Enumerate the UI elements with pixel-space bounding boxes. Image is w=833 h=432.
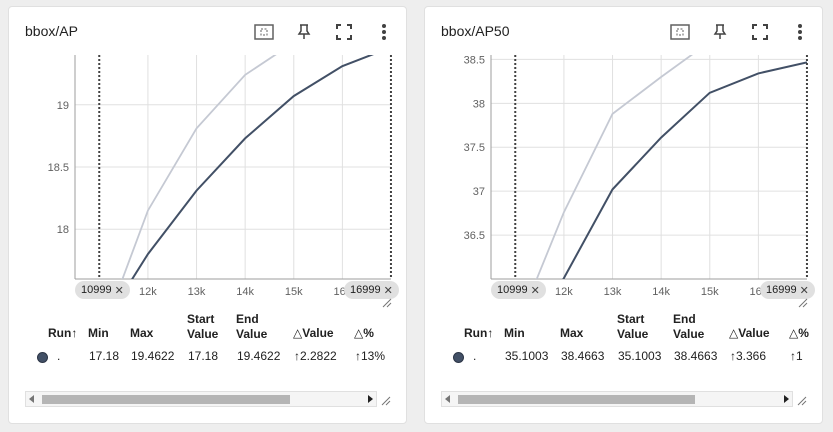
x-tick-label: 15k: [701, 286, 719, 298]
x-tick-label: 15k: [285, 286, 303, 298]
fullscreen-button[interactable]: [331, 19, 357, 45]
pin-button[interactable]: [291, 19, 317, 45]
min-step-chip[interactable]: 10999 ✕: [491, 281, 546, 299]
scroll-thumb[interactable]: [42, 395, 290, 404]
min-step-label: 10999: [81, 284, 112, 296]
y-tick-label: 38.5: [464, 54, 485, 66]
x-tick-label: 12k: [139, 286, 157, 298]
y-tick-label: 37.5: [464, 142, 485, 154]
pin-button[interactable]: [707, 19, 733, 45]
horizontal-scrollbar[interactable]: [25, 391, 377, 407]
col-header-run[interactable]: Run↑: [48, 326, 77, 341]
x-tick-label: 13k: [604, 286, 622, 298]
scroll-thumb[interactable]: [458, 395, 695, 404]
y-tick-label: 18: [57, 224, 69, 236]
fullscreen-button[interactable]: [747, 19, 773, 45]
x-tick-label: 14k: [236, 286, 254, 298]
close-icon[interactable]: ✕: [800, 284, 809, 297]
delta-icon: △: [354, 326, 364, 340]
col-header-end-value[interactable]: End Value: [673, 312, 713, 342]
col-header-delta-pct[interactable]: △%: [354, 326, 374, 341]
scroll-left-icon[interactable]: [445, 395, 450, 403]
col-header-start-value[interactable]: Start Value: [187, 312, 227, 342]
cell-start-value: 35.1003: [618, 349, 662, 363]
col-header-start-value[interactable]: Start Value: [617, 312, 657, 342]
scroll-right-icon[interactable]: [368, 395, 373, 403]
card-title: bbox/AP50: [441, 23, 510, 39]
close-icon[interactable]: ✕: [115, 284, 124, 297]
more-vert-icon: [382, 24, 386, 40]
chart-card-bbox-ap50: bbox/AP50 12k 13k 14k 15k 16k 36.5 37 37.5 38 38.…: [424, 6, 823, 424]
fit-domain-icon: [670, 24, 690, 40]
horizontal-scrollbar[interactable]: [441, 391, 793, 407]
col-header-run[interactable]: Run↑: [464, 326, 493, 341]
fullscreen-icon: [752, 24, 768, 40]
line-chart[interactable]: 12k 13k 14k 15k 16k36.53737.53838.5: [425, 51, 823, 301]
card-title: bbox/AP: [25, 23, 78, 39]
more-options-button[interactable]: [371, 19, 397, 45]
cell-run: .: [57, 349, 61, 363]
cell-run: .: [473, 349, 477, 363]
max-step-chip[interactable]: 16999 ✕: [760, 281, 815, 299]
x-tick-label: 13k: [188, 286, 206, 298]
fit-domain-button[interactable]: [251, 19, 277, 45]
fit-domain-icon: [254, 24, 274, 40]
table-resize-icon[interactable]: [797, 396, 807, 406]
min-step-chip[interactable]: 10999 ✕: [75, 281, 130, 299]
cell-end-value: 19.4622: [237, 349, 281, 363]
delta-icon: △: [293, 326, 303, 340]
data-table: Run↑ Min Max Start Value End Value △Valu…: [439, 307, 822, 373]
chart-card-bbox-ap: bbox/AP 12k 13k 14k 15k 16k 18 18.5 19 10999 ✕ 1…: [8, 6, 407, 424]
scroll-right-icon[interactable]: [784, 395, 789, 403]
col-header-min[interactable]: Min: [88, 326, 109, 341]
cell-min: 35.1003: [505, 349, 549, 363]
line-chart[interactable]: 12k 13k 14k 15k 16k1818.519: [9, 51, 407, 301]
min-step-label: 10999: [497, 284, 528, 296]
fullscreen-icon: [336, 24, 352, 40]
y-tick-label: 19: [57, 100, 69, 112]
max-step-chip[interactable]: 16999 ✕: [344, 281, 399, 299]
cell-end-value: 38.4663: [674, 349, 718, 363]
cell-max: 19.4622: [131, 349, 175, 363]
y-tick-label: 18.5: [48, 162, 69, 174]
y-tick-label: 38: [473, 98, 485, 110]
col-header-max[interactable]: Max: [560, 326, 583, 341]
y-tick-label: 36.5: [464, 230, 485, 242]
sort-arrow-icon: ↑: [71, 326, 78, 340]
more-options-button[interactable]: [787, 19, 813, 45]
table-resize-icon[interactable]: [381, 396, 391, 406]
cell-delta-pct: ↑13%: [355, 349, 386, 363]
x-tick-label: 14k: [652, 286, 670, 298]
more-vert-icon: [798, 24, 802, 40]
cell-max: 38.4663: [561, 349, 605, 363]
col-header-delta-value[interactable]: △Value: [293, 326, 334, 341]
col-header-min[interactable]: Min: [504, 326, 525, 341]
y-tick-label: 37: [473, 186, 485, 198]
pin-icon: [297, 24, 311, 39]
run-color-swatch: [453, 352, 464, 363]
run-color-swatch: [37, 352, 48, 363]
col-header-delta-value[interactable]: △Value: [729, 326, 770, 341]
cell-delta-value: ↑2.2822: [294, 349, 337, 363]
col-header-max[interactable]: Max: [130, 326, 153, 341]
cell-delta-value: ↑3.366: [730, 349, 767, 363]
delta-icon: △: [789, 326, 799, 340]
scroll-left-icon[interactable]: [29, 395, 34, 403]
fit-domain-button[interactable]: [667, 19, 693, 45]
data-table: Run↑ Min Max Start Value End Value △Valu…: [23, 307, 406, 373]
max-step-label: 16999: [350, 284, 381, 296]
delta-icon: △: [729, 326, 739, 340]
col-header-delta-pct[interactable]: △%: [789, 326, 809, 341]
close-icon[interactable]: ✕: [531, 284, 540, 297]
sort-arrow-icon: ↑: [487, 326, 494, 340]
col-header-end-value[interactable]: End Value: [236, 312, 276, 342]
cell-min: 17.18: [89, 349, 120, 363]
max-step-label: 16999: [766, 284, 797, 296]
x-tick-label: 12k: [555, 286, 573, 298]
cell-delta-pct: ↑1: [790, 349, 803, 363]
cell-start-value: 17.18: [188, 349, 219, 363]
pin-icon: [713, 24, 727, 39]
close-icon[interactable]: ✕: [384, 284, 393, 297]
